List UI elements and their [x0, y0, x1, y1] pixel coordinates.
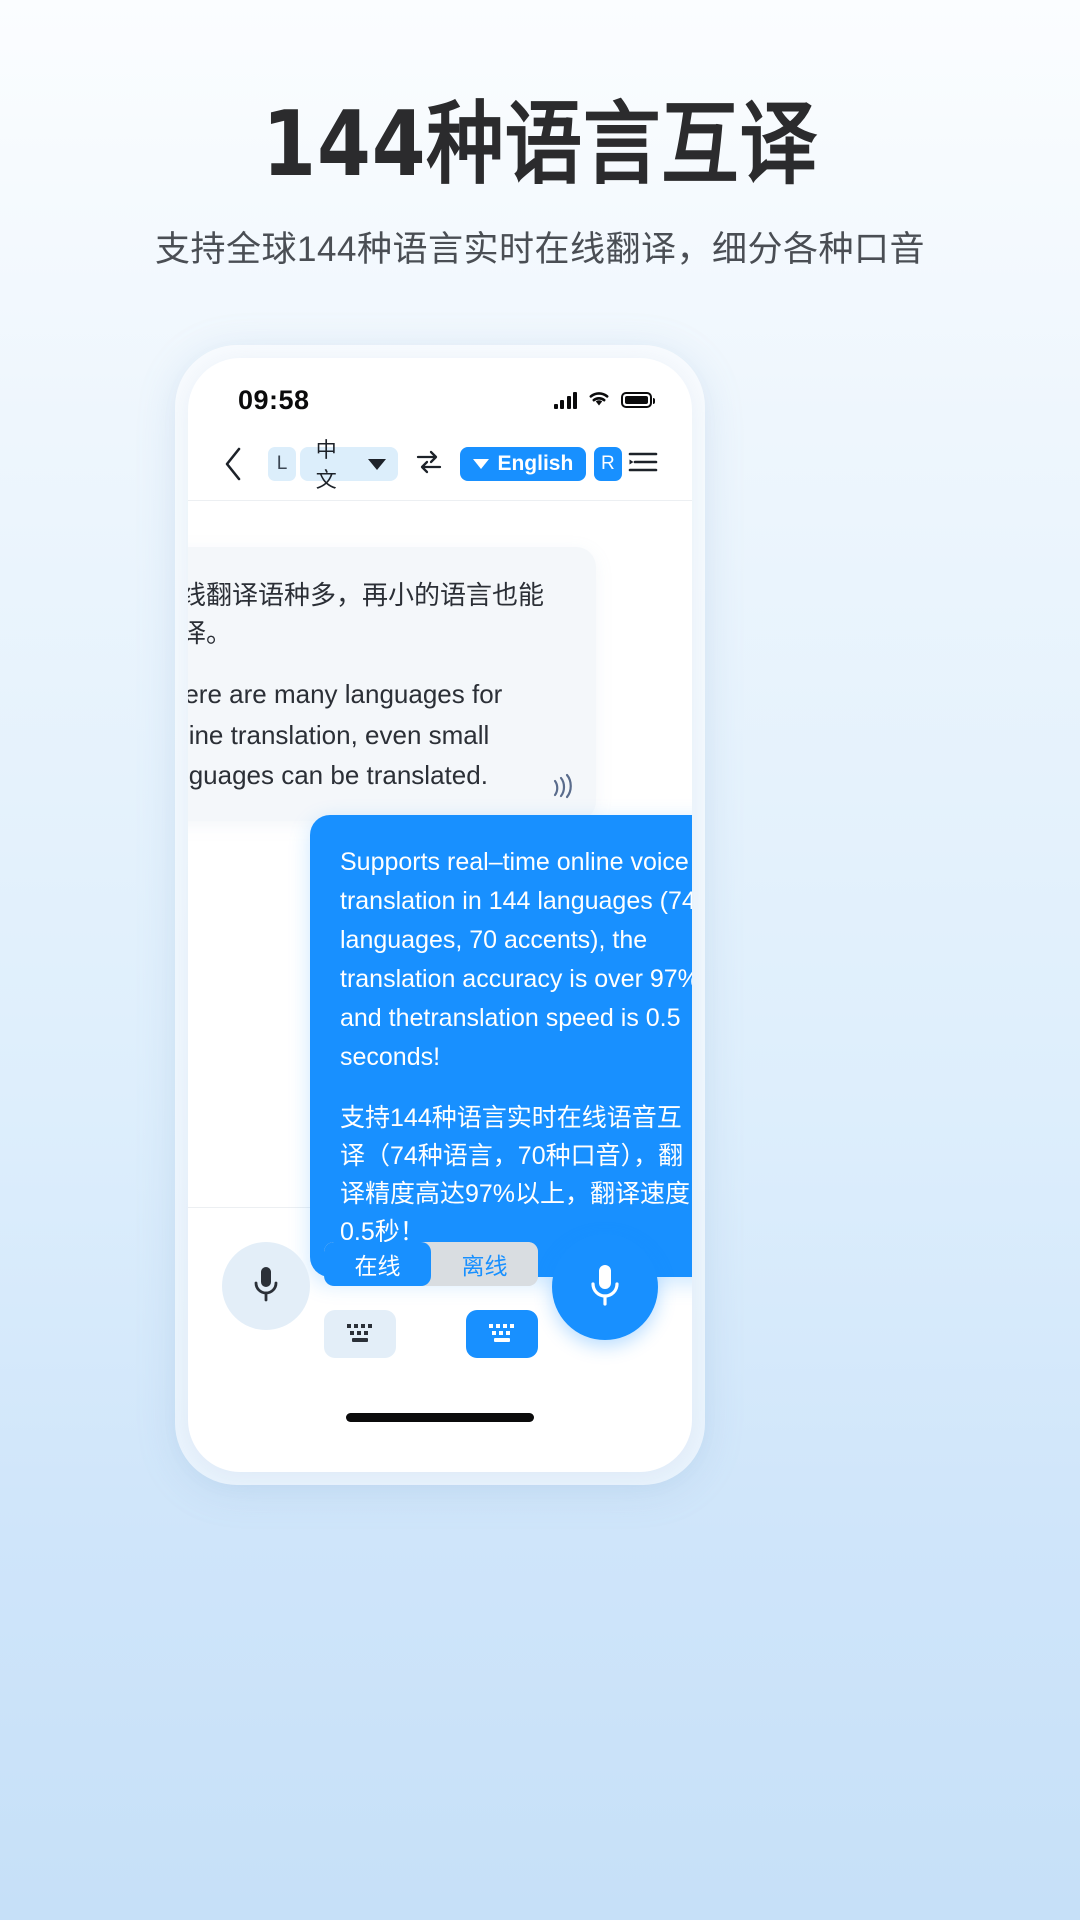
message-translated-text: There are many languages for online tran… [188, 679, 503, 790]
target-language-dropdown[interactable]: English [460, 447, 587, 481]
promo-header: 144种语言互译 支持全球144种语言实时在线翻译，细分各种口音 [0, 0, 1080, 272]
message-bubble-incoming[interactable]: 在线翻译语种多，再小的语言也能翻译。 There are many langua… [188, 547, 596, 822]
language-selector-group: L 中文 English R [268, 439, 622, 492]
source-language-label: 中文 [315, 439, 337, 492]
microphone-icon [585, 1259, 625, 1316]
status-icons [553, 388, 655, 412]
page-subtitle: 支持全球144种语言实时在线翻译，细分各种口音 [155, 230, 925, 270]
message-source-text: Supports real–time online voice translat… [340, 848, 692, 1071]
back-button[interactable] [212, 442, 254, 486]
right-channel-badge[interactable]: R [594, 447, 622, 481]
phone-screen: 09:58 L 中文 English R 线翻译语种多，再小的语言也能 译。 e… [188, 358, 692, 1472]
swap-languages-button[interactable] [414, 449, 444, 480]
source-language-dropdown[interactable]: 中文 [299, 439, 399, 492]
keyboard-button-left[interactable] [324, 1310, 396, 1358]
mode-switch[interactable]: 在线 离线 [324, 1242, 538, 1286]
status-clock: 09:58 [238, 384, 310, 415]
menu-button[interactable] [622, 442, 664, 486]
microphone-icon [249, 1262, 283, 1311]
wifi-icon [586, 388, 612, 412]
input-toolbar: 在线 离线 [188, 1208, 692, 1448]
list-menu-icon [626, 448, 660, 481]
swap-horizontal-icon [414, 449, 444, 480]
mode-online-tab[interactable]: 在线 [324, 1242, 431, 1286]
message-source-text: 在线翻译语种多，再小的语言也能翻译。 [188, 580, 545, 648]
chevron-left-icon [223, 447, 243, 481]
toolbar-center: 在线 离线 [310, 1242, 552, 1358]
keyboard-button-right[interactable] [466, 1310, 538, 1358]
keyboard-icon [341, 1319, 379, 1350]
translation-navbar: L 中文 English R [188, 428, 692, 500]
chat-transcript: 在线翻译语种多，再小的语言也能翻译。 There are many langua… [188, 501, 692, 1277]
chevron-down-icon [368, 458, 387, 470]
sound-wave-icon[interactable] [546, 773, 576, 803]
home-indicator [346, 1413, 534, 1422]
left-channel-badge[interactable]: L [268, 447, 296, 481]
signal-bars-icon [553, 391, 577, 409]
chevron-down-icon [473, 459, 490, 469]
keyboard-button-row [324, 1310, 538, 1358]
mode-offline-tab[interactable]: 离线 [431, 1242, 538, 1286]
battery-icon [621, 392, 655, 408]
page-title: 144种语言互译 [262, 92, 818, 197]
mic-button-right[interactable] [552, 1234, 658, 1340]
keyboard-icon [483, 1319, 521, 1350]
mic-button-left[interactable] [222, 1242, 310, 1330]
target-language-label: English [497, 452, 574, 475]
status-bar: 09:58 [188, 358, 692, 428]
